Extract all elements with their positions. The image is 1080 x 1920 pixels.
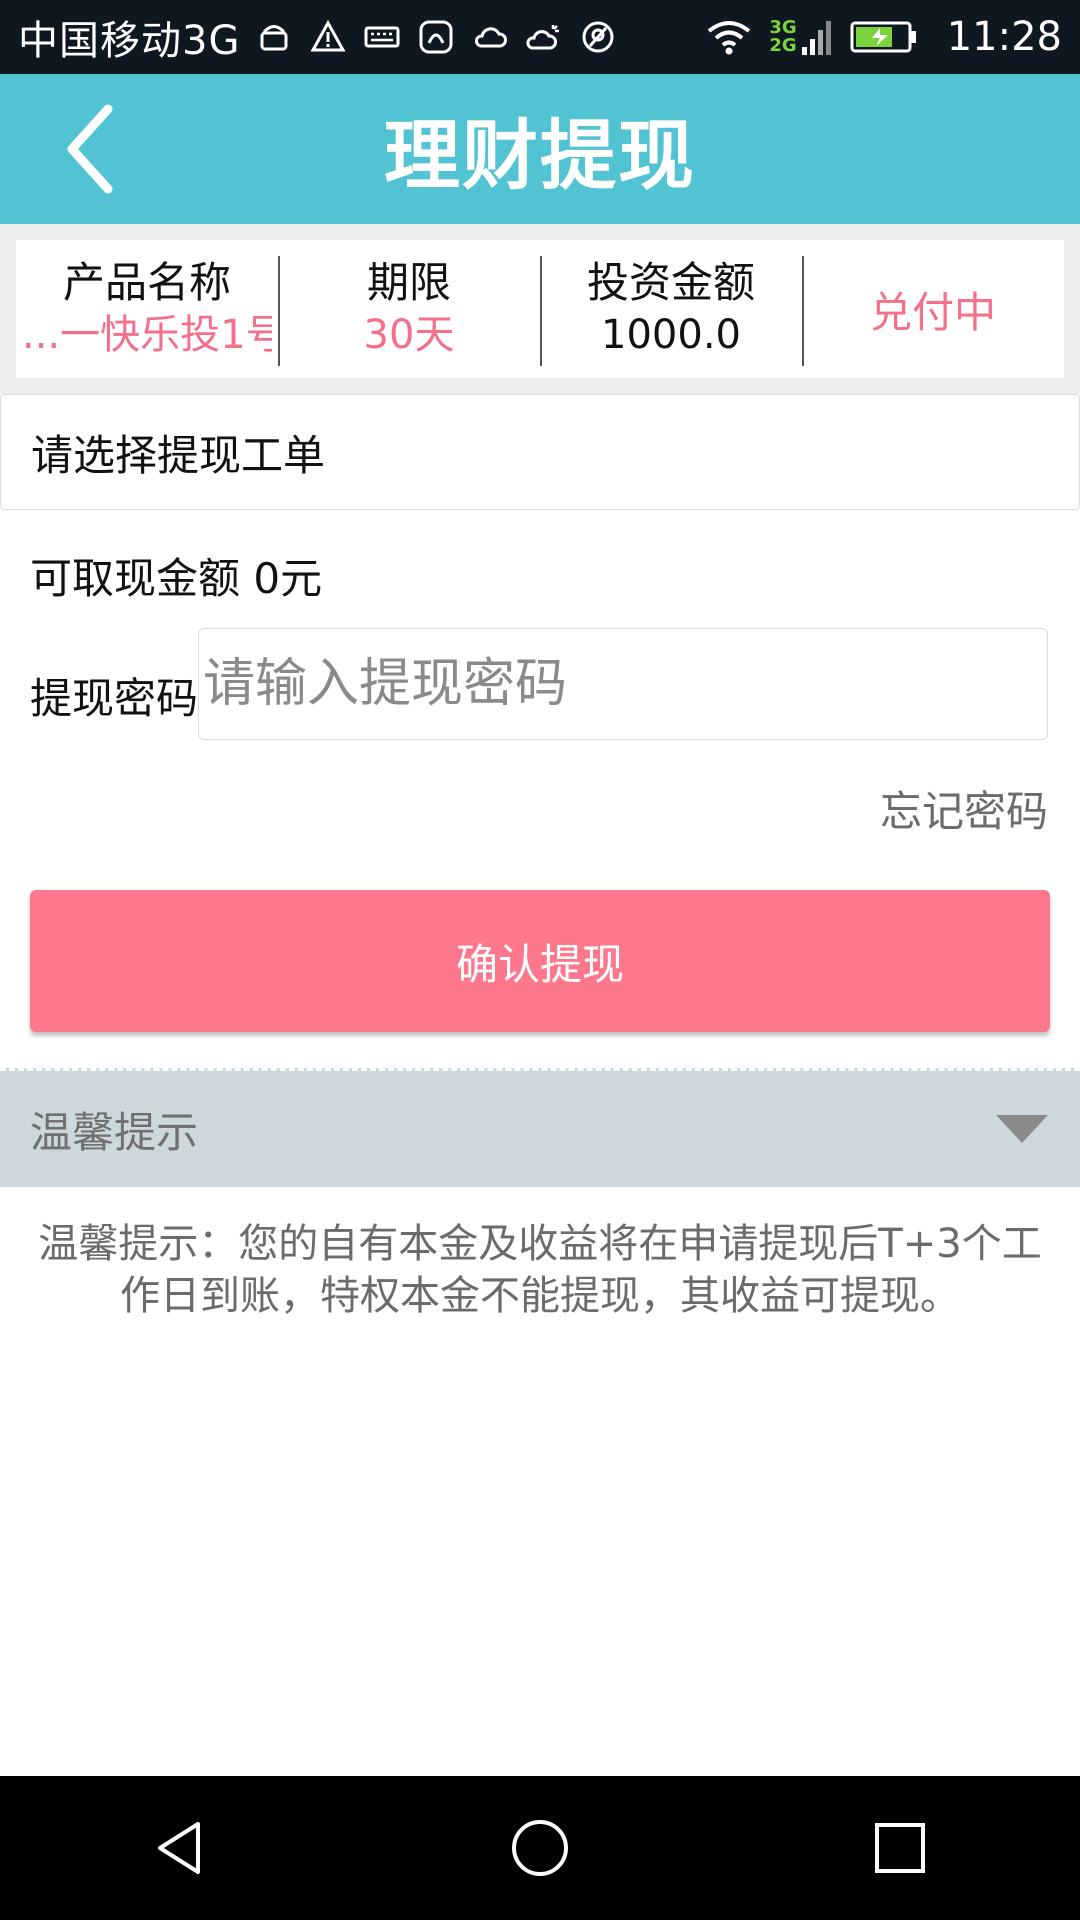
page-title: 理财提现: [384, 111, 696, 200]
system-nav-bar: [0, 1776, 1080, 1920]
forgot-password-link[interactable]: 忘记密码: [880, 778, 1048, 839]
app-icon: [578, 17, 618, 57]
cloud-sun-icon: [524, 17, 564, 57]
select-work-order-label: 请选择提现工单: [31, 430, 326, 480]
android-icon: [254, 17, 294, 57]
product-name-column: 产品名称 ...一快乐投1号: [16, 240, 278, 378]
password-input[interactable]: [198, 628, 1048, 740]
term-value: 30天: [363, 312, 455, 358]
signal-icon: [801, 17, 831, 57]
product-info-section: 产品名称 ...一快乐投1号 期限 30天 投资金额 1000.0 兑付中: [0, 224, 1080, 394]
network-type: 3G 2G: [769, 19, 796, 55]
product-name-label: 产品名称: [62, 258, 231, 307]
tips-header[interactable]: 温馨提示: [0, 1068, 1080, 1187]
available-amount: 可取现金额 0元: [30, 554, 323, 603]
tips-content: 温馨提示：您的自有本金及收益将在申请提现后T+3个工作日到账，特权本金不能提现，…: [38, 1221, 1042, 1319]
status-column: 兑付中: [802, 240, 1064, 378]
tips-header-label: 温馨提示: [30, 1107, 199, 1157]
cloud-icon: [470, 17, 510, 57]
amount-column: 投资金额 1000.0: [540, 240, 802, 378]
net-bottom-label: 2G: [769, 35, 797, 56]
nav-home-icon: [512, 1820, 568, 1876]
clock: 11:28: [946, 14, 1062, 60]
password-label: 提现密码: [30, 674, 199, 723]
chevron-left-icon: [67, 104, 113, 194]
term-column: 期限 30天: [278, 240, 540, 378]
amount-value: 1000.0: [601, 312, 741, 358]
product-info-card: 产品名称 ...一快乐投1号 期限 30天 投资金额 1000.0 兑付中: [16, 240, 1064, 378]
nav-back-button[interactable]: [120, 1788, 240, 1908]
back-button[interactable]: [40, 99, 140, 199]
huawei-icon: [416, 17, 456, 57]
term-label: 期限: [366, 258, 451, 307]
warning-icon: [308, 17, 348, 57]
nav-recents-button[interactable]: [840, 1788, 960, 1908]
select-work-order[interactable]: 请选择提现工单: [0, 394, 1080, 510]
status-bar: 中国移动3G 3G 2G 11:28: [0, 0, 1080, 74]
triangle-down-icon: [996, 1115, 1048, 1143]
nav-back-icon: [158, 1822, 200, 1874]
amount-label: 投资金额: [586, 258, 755, 307]
nav-recents-icon: [875, 1823, 925, 1873]
carrier-label: 中国移动3G: [18, 18, 241, 64]
status-badge: 兑付中: [869, 287, 996, 337]
keyboard-icon: [362, 17, 402, 57]
nav-home-button[interactable]: [480, 1788, 600, 1908]
wifi-icon: [703, 17, 755, 57]
battery-icon: [849, 17, 919, 57]
app-header: 理财提现: [0, 74, 1080, 224]
product-name-value: ...一快乐投1号: [22, 312, 272, 358]
confirm-withdraw-button[interactable]: 确认提现: [30, 890, 1050, 1032]
